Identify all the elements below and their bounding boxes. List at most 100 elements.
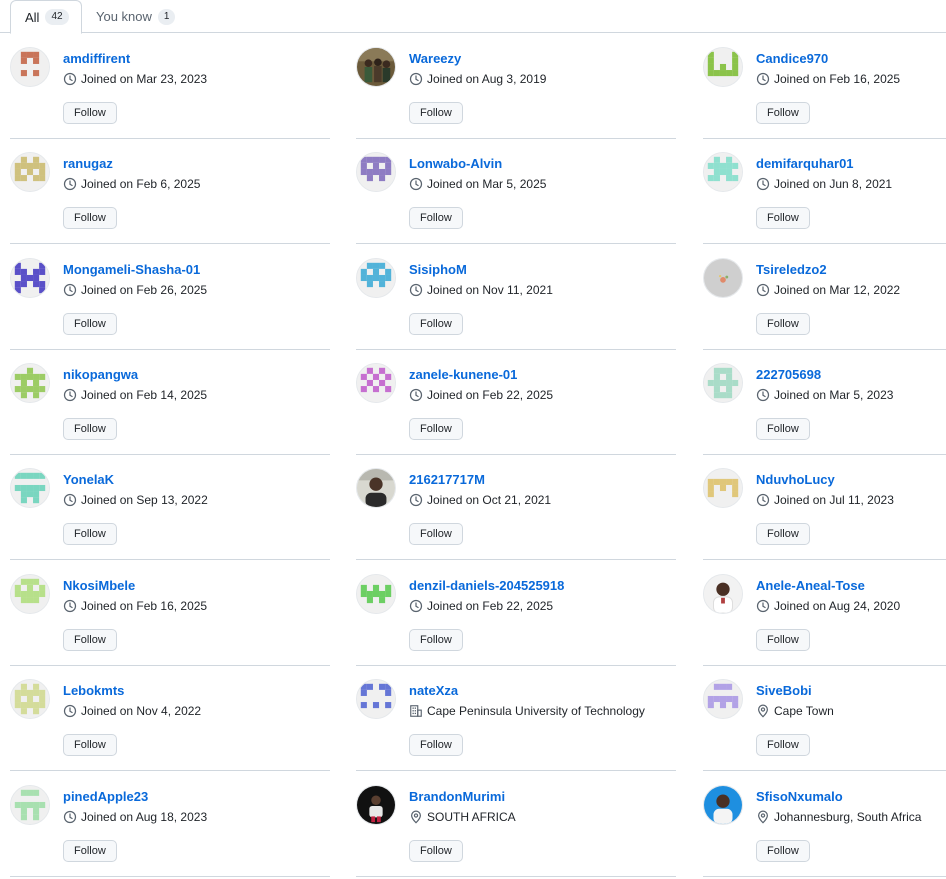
avatar[interactable]	[10, 574, 50, 614]
user-meta: Joined on Feb 26, 2025	[63, 283, 207, 297]
username-link[interactable]: YonelaK	[63, 472, 114, 487]
user-card: YonelaK Joined on Sep 13, 2022 Follow	[10, 455, 330, 560]
clock-icon	[63, 599, 77, 613]
avatar[interactable]	[703, 785, 743, 825]
tab-all[interactable]: All 42	[10, 0, 82, 34]
follow-button[interactable]: Follow	[756, 840, 810, 862]
user-meta: Joined on Mar 5, 2023	[756, 388, 893, 402]
follow-button[interactable]: Follow	[63, 207, 117, 229]
follow-button[interactable]: Follow	[409, 418, 463, 440]
follow-button[interactable]: Follow	[63, 102, 117, 124]
avatar[interactable]	[703, 363, 743, 403]
username-link[interactable]: denzil-daniels-204525918	[409, 578, 564, 593]
username-link[interactable]: amdiffirent	[63, 51, 130, 66]
clock-icon	[409, 599, 423, 613]
avatar[interactable]	[10, 468, 50, 508]
avatar[interactable]	[10, 785, 50, 825]
avatar[interactable]	[10, 47, 50, 87]
user-card: nateXza Cape Peninsula University of Tec…	[356, 666, 676, 771]
username-link[interactable]: nateXza	[409, 683, 458, 698]
follow-button[interactable]: Follow	[756, 102, 810, 124]
user-meta: Joined on Feb 14, 2025	[63, 388, 207, 402]
avatar[interactable]	[356, 152, 396, 192]
clock-icon	[756, 283, 770, 297]
avatar[interactable]	[356, 258, 396, 298]
avatar[interactable]	[356, 679, 396, 719]
clock-icon	[756, 599, 770, 613]
tab-you-know[interactable]: You know 1	[96, 0, 176, 33]
avatar[interactable]	[356, 47, 396, 87]
divider	[356, 770, 676, 771]
follow-button[interactable]: Follow	[409, 523, 463, 545]
avatar[interactable]	[703, 152, 743, 192]
user-meta: Joined on Sep 13, 2022	[63, 493, 208, 507]
follow-button[interactable]: Follow	[756, 523, 810, 545]
avatar[interactable]	[703, 468, 743, 508]
clock-icon	[409, 177, 423, 191]
clock-icon	[756, 72, 770, 86]
user-meta-text: Joined on Mar 12, 2022	[774, 283, 901, 297]
follow-button[interactable]: Follow	[409, 734, 463, 756]
user-meta: Joined on Feb 22, 2025	[409, 388, 553, 402]
username-link[interactable]: NkosiMbele	[63, 578, 135, 593]
user-card: Lonwabo-Alvin Joined on Mar 5, 2025 Foll…	[356, 139, 676, 244]
user-meta-text: Joined on Feb 6, 2025	[81, 177, 201, 191]
username-link[interactable]: Tsireledzo2	[756, 262, 827, 277]
follow-button[interactable]: Follow	[63, 734, 117, 756]
follow-button[interactable]: Follow	[409, 840, 463, 862]
username-link[interactable]: Wareezy	[409, 51, 461, 66]
avatar[interactable]	[10, 363, 50, 403]
follow-button[interactable]: Follow	[409, 313, 463, 335]
avatar[interactable]	[10, 152, 50, 192]
avatar[interactable]	[703, 258, 743, 298]
follow-button[interactable]: Follow	[63, 418, 117, 440]
user-meta: Joined on Aug 24, 2020	[756, 599, 900, 613]
follow-button[interactable]: Follow	[409, 629, 463, 651]
username-link[interactable]: zanele-kunene-01	[409, 367, 517, 382]
avatar[interactable]	[703, 574, 743, 614]
follow-button[interactable]: Follow	[756, 207, 810, 229]
follow-button[interactable]: Follow	[756, 629, 810, 651]
user-meta: Joined on Feb 6, 2025	[63, 177, 200, 191]
user-meta: Joined on Feb 22, 2025	[409, 599, 553, 613]
avatar[interactable]	[356, 468, 396, 508]
username-link[interactable]: Lonwabo-Alvin	[409, 156, 502, 171]
username-link[interactable]: 216217717M	[409, 472, 485, 487]
username-link[interactable]: BrandonMurimi	[409, 789, 505, 804]
avatar[interactable]	[703, 47, 743, 87]
follow-button[interactable]: Follow	[63, 313, 117, 335]
avatar[interactable]	[356, 574, 396, 614]
avatar[interactable]	[356, 363, 396, 403]
clock-icon	[409, 72, 423, 86]
user-card: 216217717M Joined on Oct 21, 2021 Follow	[356, 455, 676, 560]
location-icon	[756, 704, 770, 718]
avatar[interactable]	[703, 679, 743, 719]
avatar[interactable]	[10, 679, 50, 719]
follow-button[interactable]: Follow	[756, 313, 810, 335]
username-link[interactable]: SiveBobi	[756, 683, 812, 698]
user-meta: Joined on Mar 23, 2023	[63, 72, 207, 86]
username-link[interactable]: Candice970	[756, 51, 828, 66]
divider	[10, 876, 330, 877]
username-link[interactable]: Lebokmts	[63, 683, 124, 698]
avatar[interactable]	[10, 258, 50, 298]
username-link[interactable]: nikopangwa	[63, 367, 138, 382]
follow-button[interactable]: Follow	[756, 418, 810, 440]
username-link[interactable]: Mongameli-Shasha-01	[63, 262, 200, 277]
username-link[interactable]: SisiphoM	[409, 262, 467, 277]
username-link[interactable]: SfisoNxumalo	[756, 789, 843, 804]
username-link[interactable]: NduvhoLucy	[756, 472, 835, 487]
follow-button[interactable]: Follow	[756, 734, 810, 756]
follow-button[interactable]: Follow	[63, 840, 117, 862]
username-link[interactable]: Anele-Aneal-Tose	[756, 578, 865, 593]
username-link[interactable]: ranugaz	[63, 156, 113, 171]
username-link[interactable]: demifarquhar01	[756, 156, 854, 171]
username-link[interactable]: 222705698	[756, 367, 821, 382]
follow-button[interactable]: Follow	[63, 523, 117, 545]
follow-button[interactable]: Follow	[63, 629, 117, 651]
avatar[interactable]	[356, 785, 396, 825]
follow-button[interactable]: Follow	[409, 207, 463, 229]
user-meta: Cape Peninsula University of Technology	[409, 704, 645, 718]
follow-button[interactable]: Follow	[409, 102, 463, 124]
username-link[interactable]: pinedApple23	[63, 789, 148, 804]
